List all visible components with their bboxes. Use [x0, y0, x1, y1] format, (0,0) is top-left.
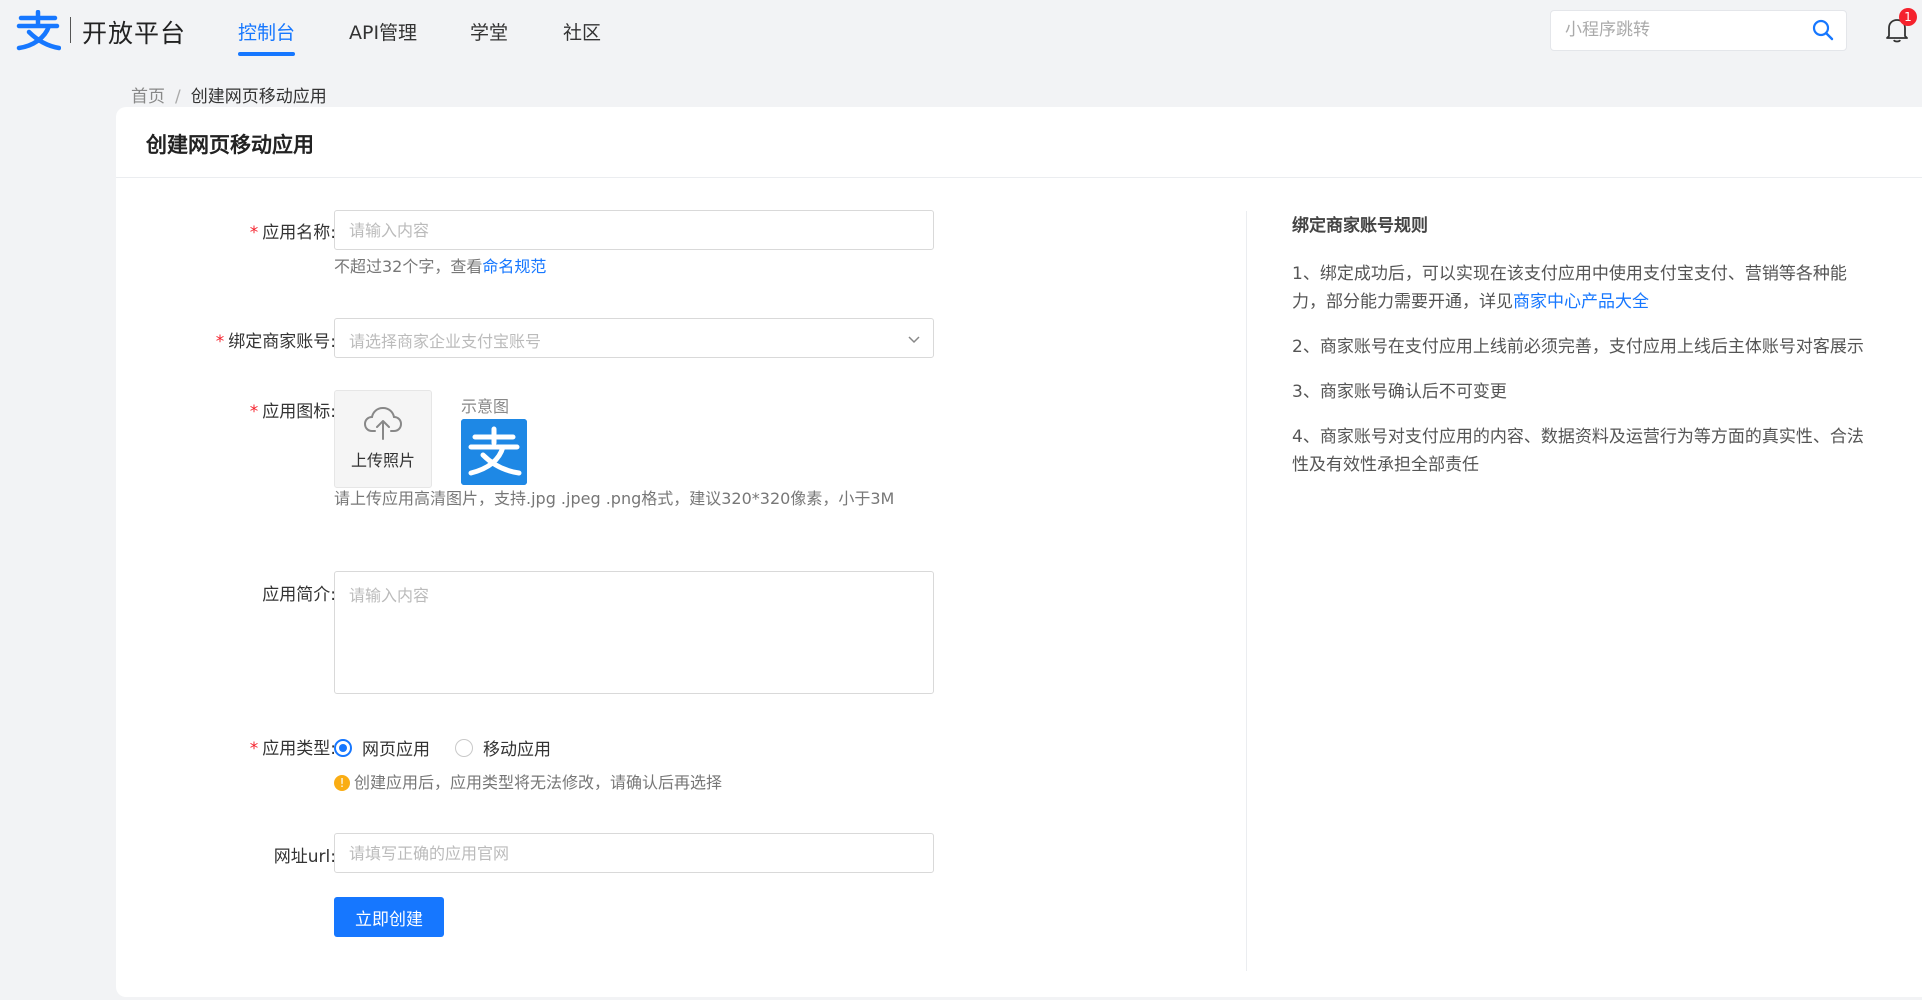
merchant-account-label: * 绑定商家账号:	[215, 332, 336, 352]
nav-console[interactable]: 控制台	[238, 18, 296, 56]
section-divider	[1246, 211, 1247, 971]
radio-mobile-app[interactable]: 移动应用	[455, 735, 551, 760]
rule-item: 2、商家账号在支付应用上线前必须完善，支付应用上线后主体账号对客展示	[1292, 337, 1864, 357]
required-mark: *	[249, 402, 259, 422]
rule-item: 1、绑定成功后，可以实现在该支付应用中使用支付宝支付、营销等各种能力，部分能力需…	[1292, 264, 1847, 312]
url-input[interactable]	[335, 834, 933, 872]
search-input[interactable]	[1551, 11, 1819, 48]
app-type-warning: ! 创建应用后，应用类型将无法修改，请确认后再选择	[334, 769, 722, 793]
logo-divider	[70, 17, 71, 43]
nav-api-management[interactable]: API管理	[349, 18, 417, 45]
rules-title: 绑定商家账号规则	[1292, 216, 1428, 236]
chevron-down-icon	[908, 336, 920, 344]
rule-item: 4、商家账号对支付应用的内容、数据资料及运营行为等方面的真实性、合法性及有效性承…	[1292, 427, 1864, 475]
app-intro-label: 应用简介:	[262, 585, 336, 605]
app-name-input[interactable]	[335, 211, 933, 249]
radio-web-app-label: 网页应用	[362, 740, 430, 760]
app-name-label: * 应用名称:	[249, 223, 336, 243]
top-bar: 开放平台 控制台 API管理 学堂 社区 1	[0, 0, 1922, 62]
merchant-account-placeholder: 请选择商家企业支付宝账号	[349, 332, 542, 351]
required-mark: *	[249, 223, 259, 243]
search-icon[interactable]	[1812, 19, 1834, 41]
app-intro-field	[334, 571, 934, 694]
merchant-account-select[interactable]: 请选择商家企业支付宝账号	[334, 318, 934, 358]
breadcrumb-separator: /	[175, 87, 181, 107]
breadcrumb-home[interactable]: 首页	[131, 87, 165, 107]
nav-community[interactable]: 社区	[563, 18, 601, 45]
app-type-label: * 应用类型:	[249, 739, 336, 759]
app-icon-hint: 请上传应用高清图片，支持.jpg .jpeg .png格式，建议320*320像…	[334, 489, 895, 508]
merchant-rules-panel: 绑定商家账号规则 1、绑定成功后，可以实现在该支付应用中使用支付宝支付、营销等各…	[1292, 211, 1872, 496]
app-intro-textarea[interactable]	[335, 572, 933, 693]
rule-item: 3、商家账号确认后不可变更	[1292, 382, 1507, 402]
app-name-hint: 不超过32个字，查看命名规范	[334, 257, 547, 276]
cloud-upload-icon	[363, 406, 403, 440]
upload-photo-button[interactable]: 上传照片	[334, 390, 432, 488]
url-field	[334, 833, 934, 873]
create-app-card: 创建网页移动应用 *应用名称: 不超过32个字，查看命名规范 *绑定商家账号: …	[116, 107, 1922, 997]
app-name-field	[334, 210, 934, 250]
sample-alipay-icon	[461, 419, 527, 485]
create-now-button[interactable]: 立即创建	[334, 897, 444, 937]
title-divider	[116, 177, 1922, 178]
warning-icon: !	[334, 775, 350, 791]
mini-program-search	[1550, 10, 1847, 51]
radio-mobile-app-label: 移动应用	[483, 740, 551, 760]
radio-mobile-app-circle	[455, 738, 473, 757]
nav-active-indicator	[238, 52, 296, 56]
url-label: 网址url:	[273, 847, 336, 867]
notification-badge: 1	[1899, 8, 1917, 26]
nav-console-label: 控制台	[238, 22, 296, 44]
merchant-center-products-link[interactable]: 商家中心产品大全	[1513, 292, 1649, 312]
radio-web-app[interactable]: 网页应用	[334, 735, 430, 760]
sample-image-label: 示意图	[461, 397, 510, 416]
page-title: 创建网页移动应用	[146, 133, 314, 157]
upload-photo-label: 上传照片	[350, 451, 415, 470]
breadcrumb: 首页 / 创建网页移动应用	[131, 82, 327, 107]
brand-name[interactable]: 开放平台	[82, 14, 186, 50]
required-mark: *	[249, 739, 259, 759]
naming-rules-link[interactable]: 命名规范	[482, 257, 546, 276]
nav-academy[interactable]: 学堂	[470, 18, 508, 45]
app-icon-label: * 应用图标:	[249, 402, 336, 422]
radio-web-app-circle	[334, 738, 352, 757]
alipay-logo-icon[interactable]	[15, 10, 61, 52]
required-mark: *	[215, 332, 225, 352]
breadcrumb-current: 创建网页移动应用	[190, 87, 327, 107]
